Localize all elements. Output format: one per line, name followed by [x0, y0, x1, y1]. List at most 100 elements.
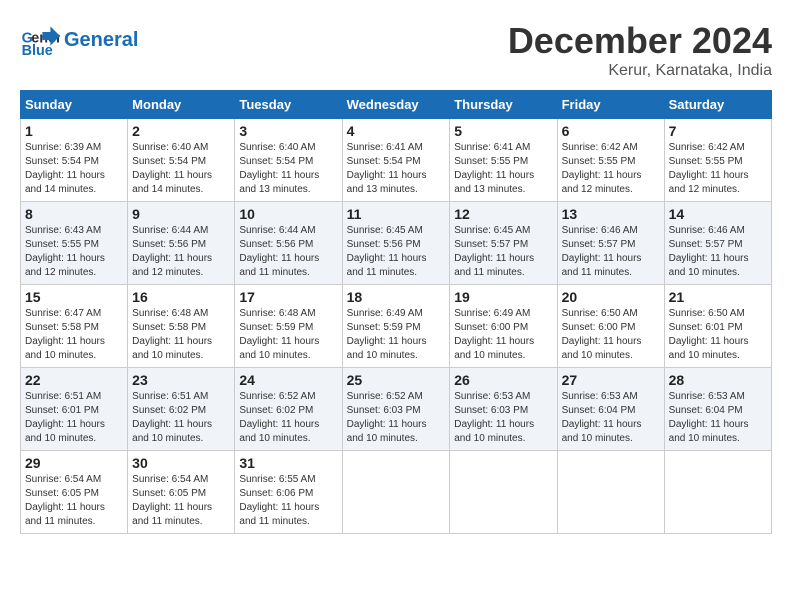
calendar-cell: 21 Sunrise: 6:50 AMSunset: 6:01 PMDayligh…: [664, 285, 771, 368]
day-number: 12: [454, 206, 552, 222]
day-number: 19: [454, 289, 552, 305]
calendar-cell: 6 Sunrise: 6:42 AMSunset: 5:55 PMDaylight…: [557, 119, 664, 202]
day-info: Sunrise: 6:53 AMSunset: 6:04 PMDaylight:…: [562, 390, 660, 446]
day-number: 7: [669, 123, 767, 139]
day-number: 27: [562, 372, 660, 388]
calendar-cell: 25 Sunrise: 6:52 AMSunset: 6:03 PMDayligh…: [342, 368, 450, 451]
header-wednesday: Wednesday: [342, 91, 450, 119]
calendar-cell: [557, 451, 664, 534]
day-number: 9: [132, 206, 230, 222]
header-friday: Friday: [557, 91, 664, 119]
page-header: G eneral Blue General December 2024 Keru…: [20, 20, 772, 80]
day-info: Sunrise: 6:54 AMSunset: 6:05 PMDaylight:…: [25, 473, 123, 529]
calendar-cell: 7 Sunrise: 6:42 AMSunset: 5:55 PMDaylight…: [664, 119, 771, 202]
calendar-cell: [450, 451, 557, 534]
day-number: 20: [562, 289, 660, 305]
calendar-cell: 20 Sunrise: 6:50 AMSunset: 6:00 PMDayligh…: [557, 285, 664, 368]
header-tuesday: Tuesday: [235, 91, 342, 119]
day-number: 31: [239, 455, 337, 471]
day-info: Sunrise: 6:53 AMSunset: 6:04 PMDaylight:…: [669, 390, 767, 446]
day-number: 3: [239, 123, 337, 139]
day-info: Sunrise: 6:40 AMSunset: 5:54 PMDaylight:…: [239, 141, 337, 197]
day-info: Sunrise: 6:47 AMSunset: 5:58 PMDaylight:…: [25, 307, 123, 363]
calendar-cell: 15 Sunrise: 6:47 AMSunset: 5:58 PMDayligh…: [21, 285, 128, 368]
day-info: Sunrise: 6:42 AMSunset: 5:55 PMDaylight:…: [669, 141, 767, 197]
week-row-1: 1 Sunrise: 6:39 AMSunset: 5:54 PMDaylight…: [21, 119, 772, 202]
day-info: Sunrise: 6:45 AMSunset: 5:57 PMDaylight:…: [454, 224, 552, 280]
day-info: Sunrise: 6:46 AMSunset: 5:57 PMDaylight:…: [562, 224, 660, 280]
day-number: 13: [562, 206, 660, 222]
day-number: 28: [669, 372, 767, 388]
day-info: Sunrise: 6:52 AMSunset: 6:03 PMDaylight:…: [347, 390, 446, 446]
day-number: 14: [669, 206, 767, 222]
day-number: 8: [25, 206, 123, 222]
day-number: 4: [347, 123, 446, 139]
day-number: 1: [25, 123, 123, 139]
day-number: 11: [347, 206, 446, 222]
day-number: 15: [25, 289, 123, 305]
calendar-cell: 2 Sunrise: 6:40 AMSunset: 5:54 PMDaylight…: [128, 119, 235, 202]
day-info: Sunrise: 6:55 AMSunset: 6:06 PMDaylight:…: [239, 473, 337, 529]
day-info: Sunrise: 6:50 AMSunset: 6:01 PMDaylight:…: [669, 307, 767, 363]
day-number: 16: [132, 289, 230, 305]
calendar-cell: 26Sunrise: 6:53 AMSunset: 6:03 PMDayligh…: [450, 368, 557, 451]
day-info: Sunrise: 6:45 AMSunset: 5:56 PMDaylight:…: [347, 224, 446, 280]
calendar-cell: 3 Sunrise: 6:40 AMSunset: 5:54 PMDaylight…: [235, 119, 342, 202]
week-row-3: 15 Sunrise: 6:47 AMSunset: 5:58 PMDayligh…: [21, 285, 772, 368]
day-info: Sunrise: 6:48 AMSunset: 5:59 PMDaylight:…: [239, 307, 337, 363]
calendar-table: SundayMondayTuesdayWednesdayThursdayFrid…: [20, 90, 772, 534]
calendar-cell: 24 Sunrise: 6:52 AMSunset: 6:02 PMDayligh…: [235, 368, 342, 451]
header-sunday: Sunday: [21, 91, 128, 119]
day-info: Sunrise: 6:51 AMSunset: 6:02 PMDaylight:…: [132, 390, 230, 446]
calendar-cell: 13 Sunrise: 6:46 AMSunset: 5:57 PMDayligh…: [557, 202, 664, 285]
day-info: Sunrise: 6:42 AMSunset: 5:55 PMDaylight:…: [562, 141, 660, 197]
calendar-cell: 9 Sunrise: 6:44 AMSunset: 5:56 PMDaylight…: [128, 202, 235, 285]
day-number: 10: [239, 206, 337, 222]
day-info: Sunrise: 6:44 AMSunset: 5:56 PMDaylight:…: [239, 224, 337, 280]
day-info: Sunrise: 6:44 AMSunset: 5:56 PMDaylight:…: [132, 224, 230, 280]
logo-text: General: [64, 29, 138, 51]
calendar-header-row: SundayMondayTuesdayWednesdayThursdayFrid…: [21, 91, 772, 119]
day-number: 24: [239, 372, 337, 388]
calendar-cell: 29 Sunrise: 6:54 AMSunset: 6:05 PMDayligh…: [21, 451, 128, 534]
calendar-cell: 22 Sunrise: 6:51 AMSunset: 6:01 PMDayligh…: [21, 368, 128, 451]
calendar-cell: 16Sunrise: 6:48 AMSunset: 5:58 PMDayligh…: [128, 285, 235, 368]
week-row-4: 22 Sunrise: 6:51 AMSunset: 6:01 PMDayligh…: [21, 368, 772, 451]
header-monday: Monday: [128, 91, 235, 119]
day-number: 2: [132, 123, 230, 139]
calendar-cell: 17Sunrise: 6:48 AMSunset: 5:59 PMDayligh…: [235, 285, 342, 368]
calendar-cell: 31 Sunrise: 6:55 AMSunset: 6:06 PMDayligh…: [235, 451, 342, 534]
day-number: 6: [562, 123, 660, 139]
calendar-cell: 10 Sunrise: 6:44 AMSunset: 5:56 PMDayligh…: [235, 202, 342, 285]
day-number: 22: [25, 372, 123, 388]
calendar-cell: 18Sunrise: 6:49 AMSunset: 5:59 PMDayligh…: [342, 285, 450, 368]
day-number: 5: [454, 123, 552, 139]
logo: G eneral Blue General: [20, 20, 138, 60]
location: Kerur, Karnataka, India: [508, 62, 772, 80]
calendar-cell: 14Sunrise: 6:46 AMSunset: 5:57 PMDayligh…: [664, 202, 771, 285]
title-section: December 2024 Kerur, Karnataka, India: [508, 20, 772, 80]
day-info: Sunrise: 6:41 AMSunset: 5:55 PMDaylight:…: [454, 141, 552, 197]
day-info: Sunrise: 6:52 AMSunset: 6:02 PMDaylight:…: [239, 390, 337, 446]
day-info: Sunrise: 6:39 AMSunset: 5:54 PMDaylight:…: [25, 141, 123, 197]
calendar-cell: 11 Sunrise: 6:45 AMSunset: 5:56 PMDayligh…: [342, 202, 450, 285]
day-info: Sunrise: 6:50 AMSunset: 6:00 PMDaylight:…: [562, 307, 660, 363]
day-number: 23: [132, 372, 230, 388]
calendar-cell: 4 Sunrise: 6:41 AMSunset: 5:54 PMDaylight…: [342, 119, 450, 202]
day-info: Sunrise: 6:43 AMSunset: 5:55 PMDaylight:…: [25, 224, 123, 280]
day-info: Sunrise: 6:41 AMSunset: 5:54 PMDaylight:…: [347, 141, 446, 197]
day-number: 21: [669, 289, 767, 305]
svg-text:Blue: Blue: [22, 43, 53, 59]
calendar-cell: 27 Sunrise: 6:53 AMSunset: 6:04 PMDayligh…: [557, 368, 664, 451]
day-info: Sunrise: 6:54 AMSunset: 6:05 PMDaylight:…: [132, 473, 230, 529]
day-number: 30: [132, 455, 230, 471]
calendar-cell: [342, 451, 450, 534]
day-info: Sunrise: 6:51 AMSunset: 6:01 PMDaylight:…: [25, 390, 123, 446]
day-number: 25: [347, 372, 446, 388]
calendar-cell: 30 Sunrise: 6:54 AMSunset: 6:05 PMDayligh…: [128, 451, 235, 534]
calendar-cell: 12 Sunrise: 6:45 AMSunset: 5:57 PMDayligh…: [450, 202, 557, 285]
day-info: Sunrise: 6:40 AMSunset: 5:54 PMDaylight:…: [132, 141, 230, 197]
logo-icon: G eneral Blue: [20, 20, 60, 60]
day-number: 29: [25, 455, 123, 471]
week-row-5: 29 Sunrise: 6:54 AMSunset: 6:05 PMDayligh…: [21, 451, 772, 534]
